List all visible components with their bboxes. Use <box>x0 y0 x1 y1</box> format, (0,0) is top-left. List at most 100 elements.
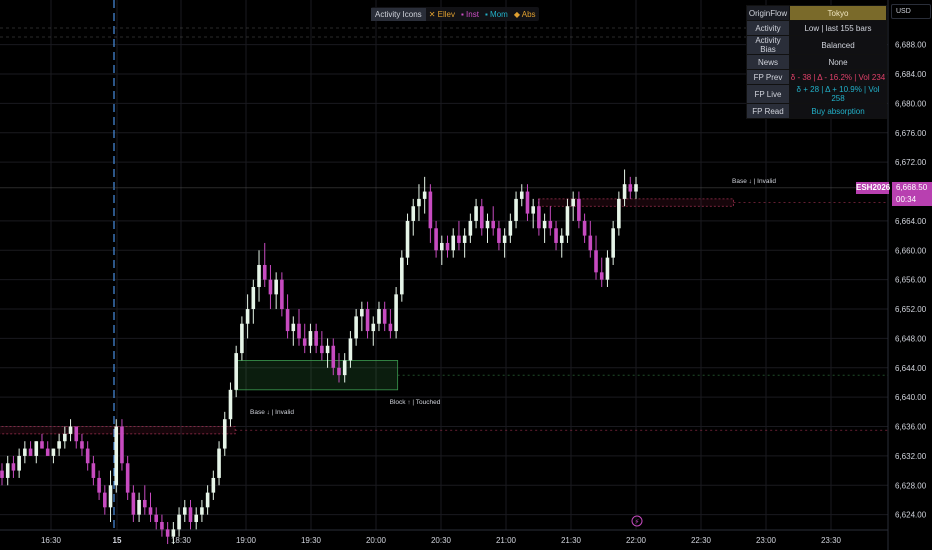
candle-body <box>445 242 450 251</box>
candle-body <box>285 309 290 332</box>
x-tick-label: 20:00 <box>366 536 387 545</box>
x-tick-label: 16:30 <box>41 536 62 545</box>
candle-body <box>542 220 547 229</box>
candle-body <box>337 367 341 376</box>
candle-body <box>325 345 330 354</box>
candle-body <box>434 228 438 251</box>
candle-body <box>0 470 4 478</box>
x-tick-label: 23:00 <box>756 536 777 545</box>
candle-body <box>125 463 130 493</box>
candle-body <box>297 323 301 339</box>
candle-body <box>45 448 50 456</box>
candle-body <box>120 426 124 464</box>
candle-body <box>342 360 347 376</box>
candle-body <box>257 264 261 288</box>
candle-body <box>628 184 633 192</box>
candle-body <box>103 492 107 508</box>
ellev-icon: ✕ <box>428 9 436 19</box>
mom-icon: ▪ <box>484 9 488 19</box>
candle-body <box>234 353 238 390</box>
x-tick-label: 19:30 <box>301 536 322 545</box>
candle-body <box>57 441 61 449</box>
y-tick-label: 6,664.00 <box>895 217 927 226</box>
zone-label: Base ↓ | Invalid <box>732 178 776 185</box>
x-tick-label: 20:30 <box>431 536 452 545</box>
activity-icons-legend: Activity Icons ✕ Ellev ▪ Inst ▪ Mom ◆ Ab… <box>371 7 539 21</box>
candle-body <box>565 206 570 236</box>
candle-body <box>17 455 21 471</box>
info-row-activity: Activity Low | last 155 bars <box>746 20 887 36</box>
info-row-fp-read: FP Read Buy absorption <box>746 103 887 119</box>
candle-body <box>177 514 181 530</box>
last-price-label: 6,668.50 00:34 <box>892 182 932 206</box>
candle-body <box>302 338 307 346</box>
candle-body <box>262 264 267 280</box>
candle-body <box>205 492 210 508</box>
candle-body <box>531 206 535 214</box>
candle-body <box>514 198 518 221</box>
candle-body <box>582 220 587 236</box>
legend-title: Activity Icons <box>371 7 426 21</box>
candle-body <box>222 419 227 449</box>
candle-body <box>525 191 530 214</box>
candle-body <box>108 485 113 508</box>
candle-body <box>68 426 73 434</box>
candle-body <box>417 198 421 207</box>
candle-body <box>5 463 10 478</box>
candle-body <box>331 345 336 368</box>
candle-body <box>479 206 484 229</box>
candle-body <box>468 220 473 236</box>
candle-body <box>348 338 353 361</box>
candle-body <box>91 463 96 478</box>
candle-body <box>165 529 170 537</box>
currency-selector[interactable]: USD <box>891 4 931 19</box>
candle-body <box>394 294 398 332</box>
candle-body <box>405 220 410 258</box>
inst-icon: ▪ <box>460 9 464 19</box>
y-tick-label: 6,636.00 <box>895 423 927 432</box>
candle-body <box>491 220 496 229</box>
y-tick-label: 6,656.00 <box>895 276 927 285</box>
candle-body <box>422 191 427 199</box>
candle-body <box>160 522 164 530</box>
candle-body <box>188 507 193 522</box>
candle-body <box>474 206 478 221</box>
legend-item-inst: ▪ Inst <box>460 9 479 19</box>
info-row-fp-prev: FP Prev δ - 38 | Δ - 16.2% | Vol 234 <box>746 69 887 85</box>
x-tick-label: 22:00 <box>626 536 647 545</box>
y-tick-label: 6,688.00 <box>895 41 927 50</box>
candle-body <box>428 191 433 229</box>
x-tick-label: 21:30 <box>561 536 582 545</box>
symbol-label: ESH2026 <box>856 182 891 194</box>
y-tick-label: 6,672.00 <box>895 158 927 167</box>
candle-body <box>537 206 541 229</box>
candle-body <box>97 477 101 493</box>
candle-body <box>382 309 387 324</box>
candle-body <box>131 492 136 515</box>
x-tick-label: 18:30 <box>171 536 192 545</box>
candle-body <box>74 426 79 442</box>
lightning-icon-glyph: ⚡ <box>635 518 640 526</box>
info-row-fp-live: FP Live δ + 28 | Δ + 10.9% | Vol 258 <box>746 84 887 104</box>
y-tick-label: 6,660.00 <box>895 246 927 255</box>
candle-body <box>274 279 278 295</box>
legend-item-mom: ▪ Mom <box>484 9 508 19</box>
candle-body <box>462 235 467 243</box>
info-row-activity-bias: Activity Bias Balanced <box>746 35 887 55</box>
candle-body <box>228 389 233 420</box>
y-tick-label: 6,624.00 <box>895 511 927 520</box>
candle-body <box>622 184 627 199</box>
info-panel: OriginFlow Tokyo Activity Low | last 155 b… <box>746 5 887 119</box>
y-tick-label: 6,652.00 <box>895 305 927 314</box>
zone-box <box>234 360 399 391</box>
candle-body <box>485 220 490 229</box>
y-tick-label: 6,640.00 <box>895 393 927 402</box>
candle-body <box>251 287 256 310</box>
candle-body <box>400 257 404 295</box>
candle-body <box>588 235 593 251</box>
candle-body <box>508 220 513 236</box>
candle-body <box>194 514 198 522</box>
y-tick-label: 6,684.00 <box>895 70 927 79</box>
candle-body <box>611 228 615 258</box>
candle-body <box>411 206 416 221</box>
